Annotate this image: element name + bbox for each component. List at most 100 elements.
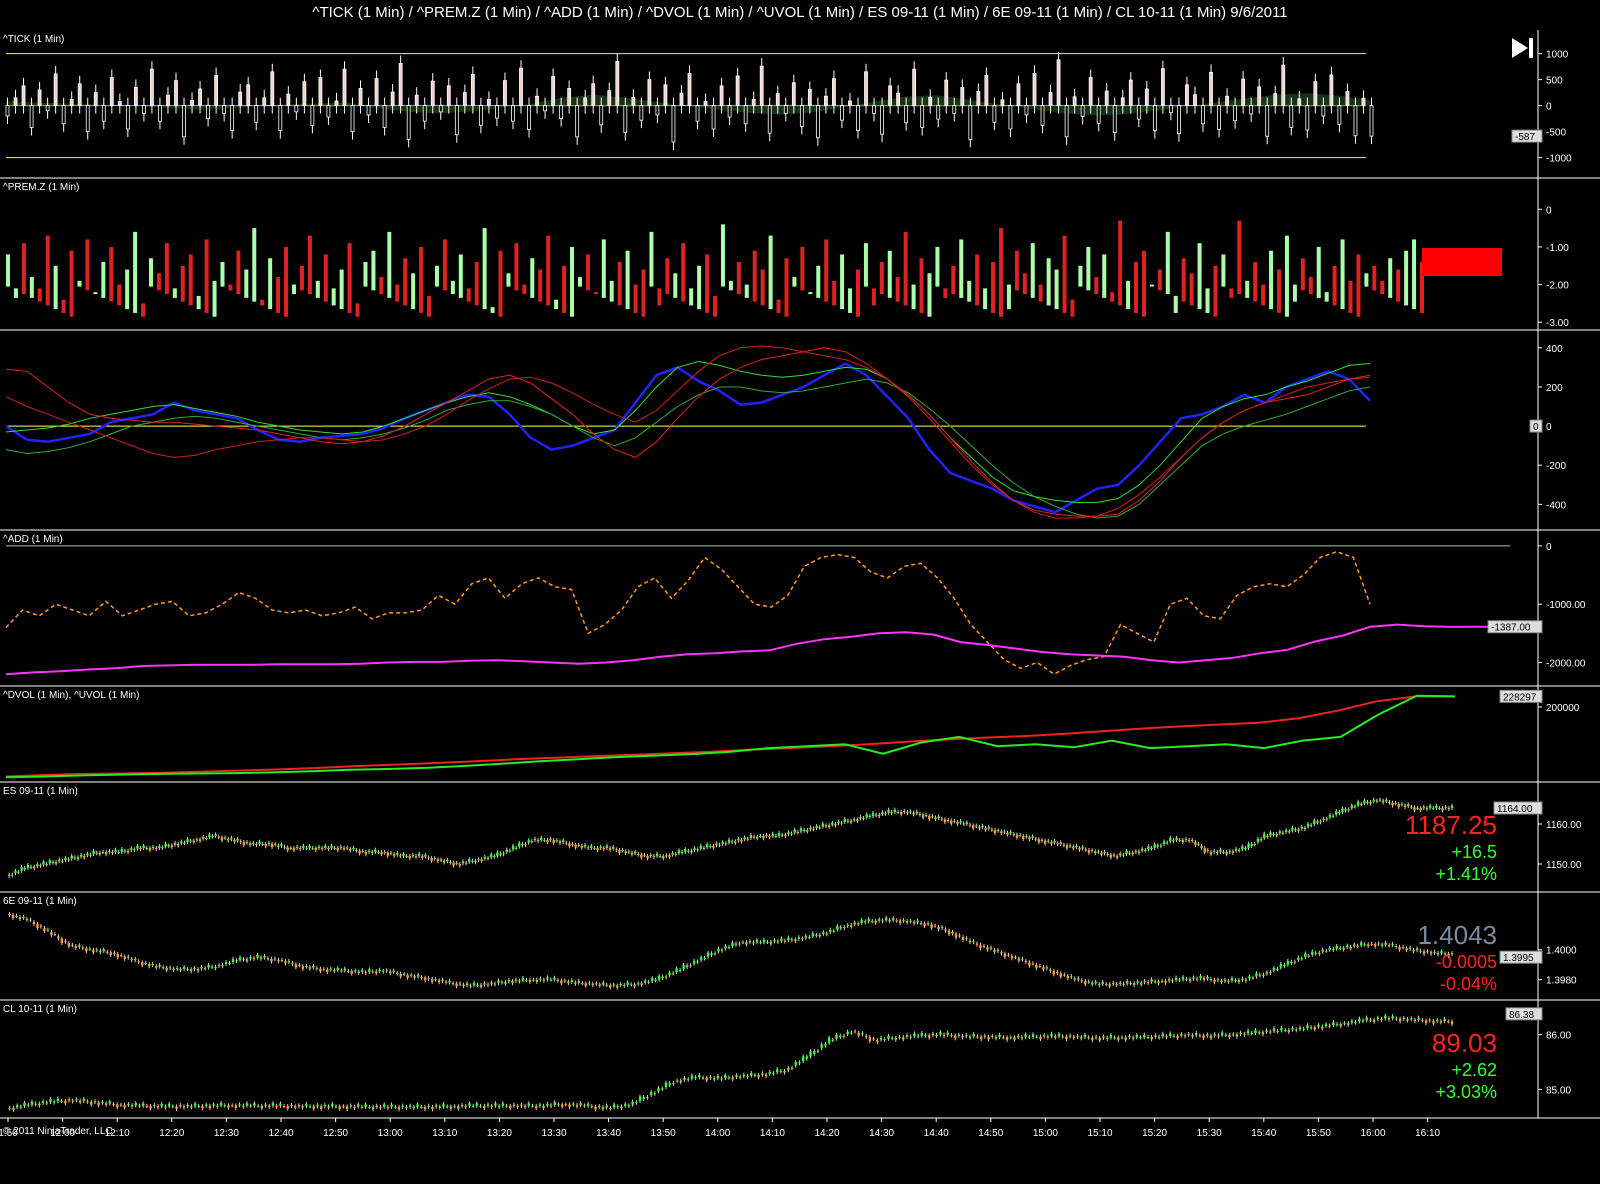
candle-es	[292, 848, 296, 851]
tick-candle	[21, 85, 26, 106]
candle-es	[280, 844, 283, 846]
candle-fx	[1405, 948, 1408, 951]
candle-cl	[1258, 1032, 1261, 1034]
candle-cl	[1376, 1017, 1380, 1020]
candle-fx	[616, 985, 619, 988]
candle-cl	[134, 1103, 137, 1106]
candle-cl	[805, 1056, 809, 1059]
prem-bar	[657, 288, 662, 306]
tick-candle	[575, 105, 580, 138]
candle-es	[906, 812, 909, 814]
prem-bar	[1324, 292, 1329, 302]
candle-es	[1003, 831, 1006, 833]
candle-fx	[661, 976, 664, 979]
candle-es	[984, 828, 987, 830]
candle-fx	[1129, 983, 1132, 985]
candle-es	[546, 840, 549, 843]
tick-candle	[1257, 86, 1262, 106]
candle-cl	[1131, 1037, 1135, 1039]
candle-es	[934, 817, 937, 820]
candle-fx	[326, 969, 329, 972]
tick-candle	[655, 105, 660, 116]
candle-cl	[1087, 1037, 1090, 1039]
candle-fx	[1160, 980, 1164, 982]
tick-candle	[294, 105, 299, 113]
candle-cl	[1361, 1020, 1365, 1022]
y-tick-label-tick: 0	[1546, 102, 1552, 113]
candle-es	[58, 859, 61, 862]
tick-candle	[848, 100, 852, 106]
candle-es	[521, 844, 524, 846]
prem-bar	[1300, 258, 1305, 291]
candle-cl	[939, 1032, 942, 1035]
candle-es	[70, 855, 73, 859]
time-axis-label: 15:10	[1087, 1128, 1112, 1139]
prem-bar	[474, 262, 479, 306]
candle-cl	[368, 1106, 371, 1108]
tick-candle	[1000, 99, 1005, 106]
candle-cl	[1017, 1035, 1020, 1038]
candle-cl	[813, 1051, 816, 1054]
prem-bar	[220, 262, 225, 287]
candle-es	[924, 814, 928, 816]
candle-cl	[1165, 1036, 1168, 1038]
candle-cl	[1432, 1020, 1435, 1024]
candle-cl	[572, 1103, 575, 1105]
candle-fx	[78, 945, 81, 947]
tick-candle	[1128, 79, 1133, 107]
candle-es	[621, 850, 624, 852]
candle-es	[705, 844, 709, 848]
tick-candle	[1289, 105, 1294, 128]
candle-fx	[657, 975, 661, 980]
prem-bar	[45, 235, 50, 306]
tick-candle	[158, 105, 162, 122]
candle-cl	[653, 1093, 657, 1095]
candle-fx	[1283, 964, 1286, 967]
candle-cl	[965, 1035, 968, 1037]
candle-es	[1159, 845, 1163, 847]
candle-es	[167, 845, 170, 847]
candle-fx	[375, 971, 378, 974]
candle-fx	[123, 956, 126, 959]
candle-fx	[1220, 980, 1223, 983]
candle-cl	[542, 1105, 545, 1109]
candle-es	[374, 849, 377, 852]
candle-fx	[1335, 945, 1338, 949]
prem-bar	[728, 280, 733, 291]
candle-fx	[32, 921, 36, 924]
candle-fx	[235, 960, 238, 962]
skip-to-end-button[interactable]	[1510, 36, 1534, 60]
candle-fx	[965, 938, 968, 940]
candle-es	[1253, 844, 1257, 845]
candle-cl	[75, 1099, 78, 1101]
time-axis-label: 14:30	[869, 1128, 894, 1139]
prem-bar	[991, 262, 996, 313]
candle-es	[380, 852, 383, 855]
candle-cl	[1120, 1037, 1124, 1039]
tick-candle	[511, 105, 515, 122]
tick-candle	[350, 105, 355, 132]
candle-fx	[930, 924, 933, 928]
prem-bar	[93, 292, 98, 295]
prem-bar	[1070, 299, 1075, 317]
candle-fx	[95, 949, 99, 951]
prem-bar	[1054, 269, 1059, 310]
candle-es	[821, 823, 825, 827]
candle-fx	[340, 970, 343, 972]
candle-fx	[259, 957, 263, 959]
candle-fx	[650, 978, 654, 982]
candle-cl	[1076, 1035, 1079, 1037]
candle-fx	[109, 952, 112, 955]
time-axis-label: 13:40	[596, 1128, 621, 1139]
tick-candle	[519, 67, 523, 107]
prem-bar	[697, 265, 702, 310]
candle-es	[349, 848, 352, 851]
tick-candle	[1169, 105, 1173, 113]
candle-es	[1006, 832, 1009, 835]
candle-cl	[1313, 1027, 1317, 1030]
candle-cl	[683, 1077, 686, 1080]
candle-fx	[951, 931, 954, 934]
candle-cl	[898, 1037, 901, 1039]
prem-bar	[1181, 258, 1186, 302]
prem-bar	[585, 254, 590, 291]
